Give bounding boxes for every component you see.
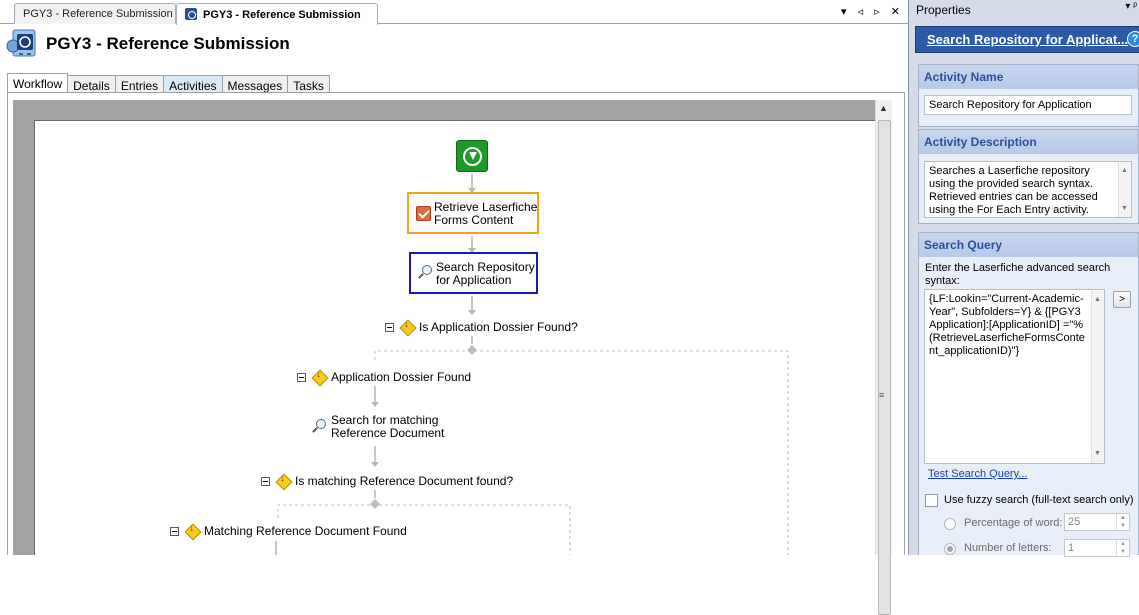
section-heading: Search Query <box>919 233 1138 257</box>
letters-radio[interactable] <box>944 543 956 555</box>
search-reference-activity[interactable]: Search for matching Reference Document <box>331 414 444 440</box>
selected-activity-header: Search Repository for Applicat... ? <box>915 26 1139 53</box>
branch-label[interactable]: Application Dossier Found <box>331 371 471 384</box>
activity-label: Search Repository for Application <box>436 260 535 287</box>
help-icon[interactable]: ? <box>1127 31 1139 47</box>
test-search-query-link[interactable]: Test Search Query... <box>928 468 1027 480</box>
branch-label[interactable]: Matching Reference Document Found <box>204 525 407 538</box>
properties-header: Properties ▾ ᵖ <box>909 0 1139 19</box>
search-query-field[interactable]: {LF:Lookin="Current-Academic-Year", Subf… <box>924 289 1105 464</box>
condition-label[interactable]: Is matching Reference Document found? <box>295 475 513 488</box>
letters-input[interactable]: 1 ▲ ▼ <box>1064 539 1130 557</box>
collapse-condition-icon[interactable] <box>385 323 394 332</box>
properties-panel: Properties ▾ ᵖ Search Repository for App… <box>908 0 1139 557</box>
activity-description-text: Searches a Laserfiche repository using t… <box>929 165 1098 216</box>
search-repository-activity[interactable]: Search Repository for Application <box>409 252 538 294</box>
start-arrow-icon <box>463 147 482 166</box>
expand-query-button[interactable]: > <box>1113 291 1131 308</box>
spinner-arrows-icon[interactable]: ▲ ▼ <box>1116 514 1129 530</box>
properties-title: Properties <box>916 3 971 17</box>
section-heading: Activity Description <box>919 130 1138 154</box>
selected-activity-link[interactable]: Search Repository for Applicat... <box>927 32 1128 47</box>
conditional-icon <box>276 473 290 488</box>
fuzzy-search-checkbox[interactable] <box>925 494 938 507</box>
pin-icon[interactable]: ▾ ᵖ <box>1125 1 1137 12</box>
collapse-condition-icon[interactable] <box>261 477 270 486</box>
activity-description-field[interactable]: Searches a Laserfiche repository using t… <box>924 161 1132 218</box>
workflow-start-node[interactable] <box>456 140 488 172</box>
search-icon <box>311 418 327 434</box>
letters-value: 1 <box>1068 542 1075 554</box>
condition-label[interactable]: Is Application Dossier Found? <box>419 321 578 334</box>
description-scrollbar[interactable]: ▲ ▼ <box>1118 162 1131 217</box>
fuzzy-search-label: Use fuzzy search (full-text search only) <box>944 494 1134 506</box>
retrieve-forms-content-activity[interactable]: Retrieve Laserfiche Forms Content <box>407 192 539 234</box>
query-scrollbar[interactable]: ▲ ▼ <box>1091 290 1104 463</box>
search-icon <box>417 264 433 280</box>
section-heading: Activity Name <box>919 65 1138 89</box>
forms-activity-icon <box>416 206 431 221</box>
search-query-section: Search Query Enter the Laserfiche advanc… <box>918 232 1139 557</box>
percentage-radio[interactable] <box>944 518 956 530</box>
search-query-instructions: Enter the Laserfiche advanced search syn… <box>925 262 1111 287</box>
spinner-arrows-icon[interactable]: ▲ ▼ <box>1116 540 1129 556</box>
branch-icon <box>312 369 326 384</box>
collapse-branch-icon[interactable] <box>170 527 179 536</box>
search-query-text: {LF:Lookin="Current-Academic-Year", Subf… <box>929 293 1085 357</box>
percentage-value: 25 <box>1068 516 1081 528</box>
activity-label: Retrieve Laserfiche Forms Content <box>434 200 538 227</box>
activity-description-section: Activity Description Searches a Laserfic… <box>918 129 1139 224</box>
percentage-input[interactable]: 25 ▲ ▼ <box>1064 513 1130 531</box>
activity-name-field[interactable]: Search Repository for Application <box>924 95 1132 115</box>
letters-label: Number of letters: <box>964 542 1052 554</box>
collapse-branch-icon[interactable] <box>297 373 306 382</box>
percentage-label: Percentage of word: <box>964 517 1063 529</box>
conditional-icon <box>400 319 414 334</box>
branch-icon <box>185 523 199 538</box>
activity-name-section: Activity Name Search Repository for Appl… <box>918 64 1139 127</box>
